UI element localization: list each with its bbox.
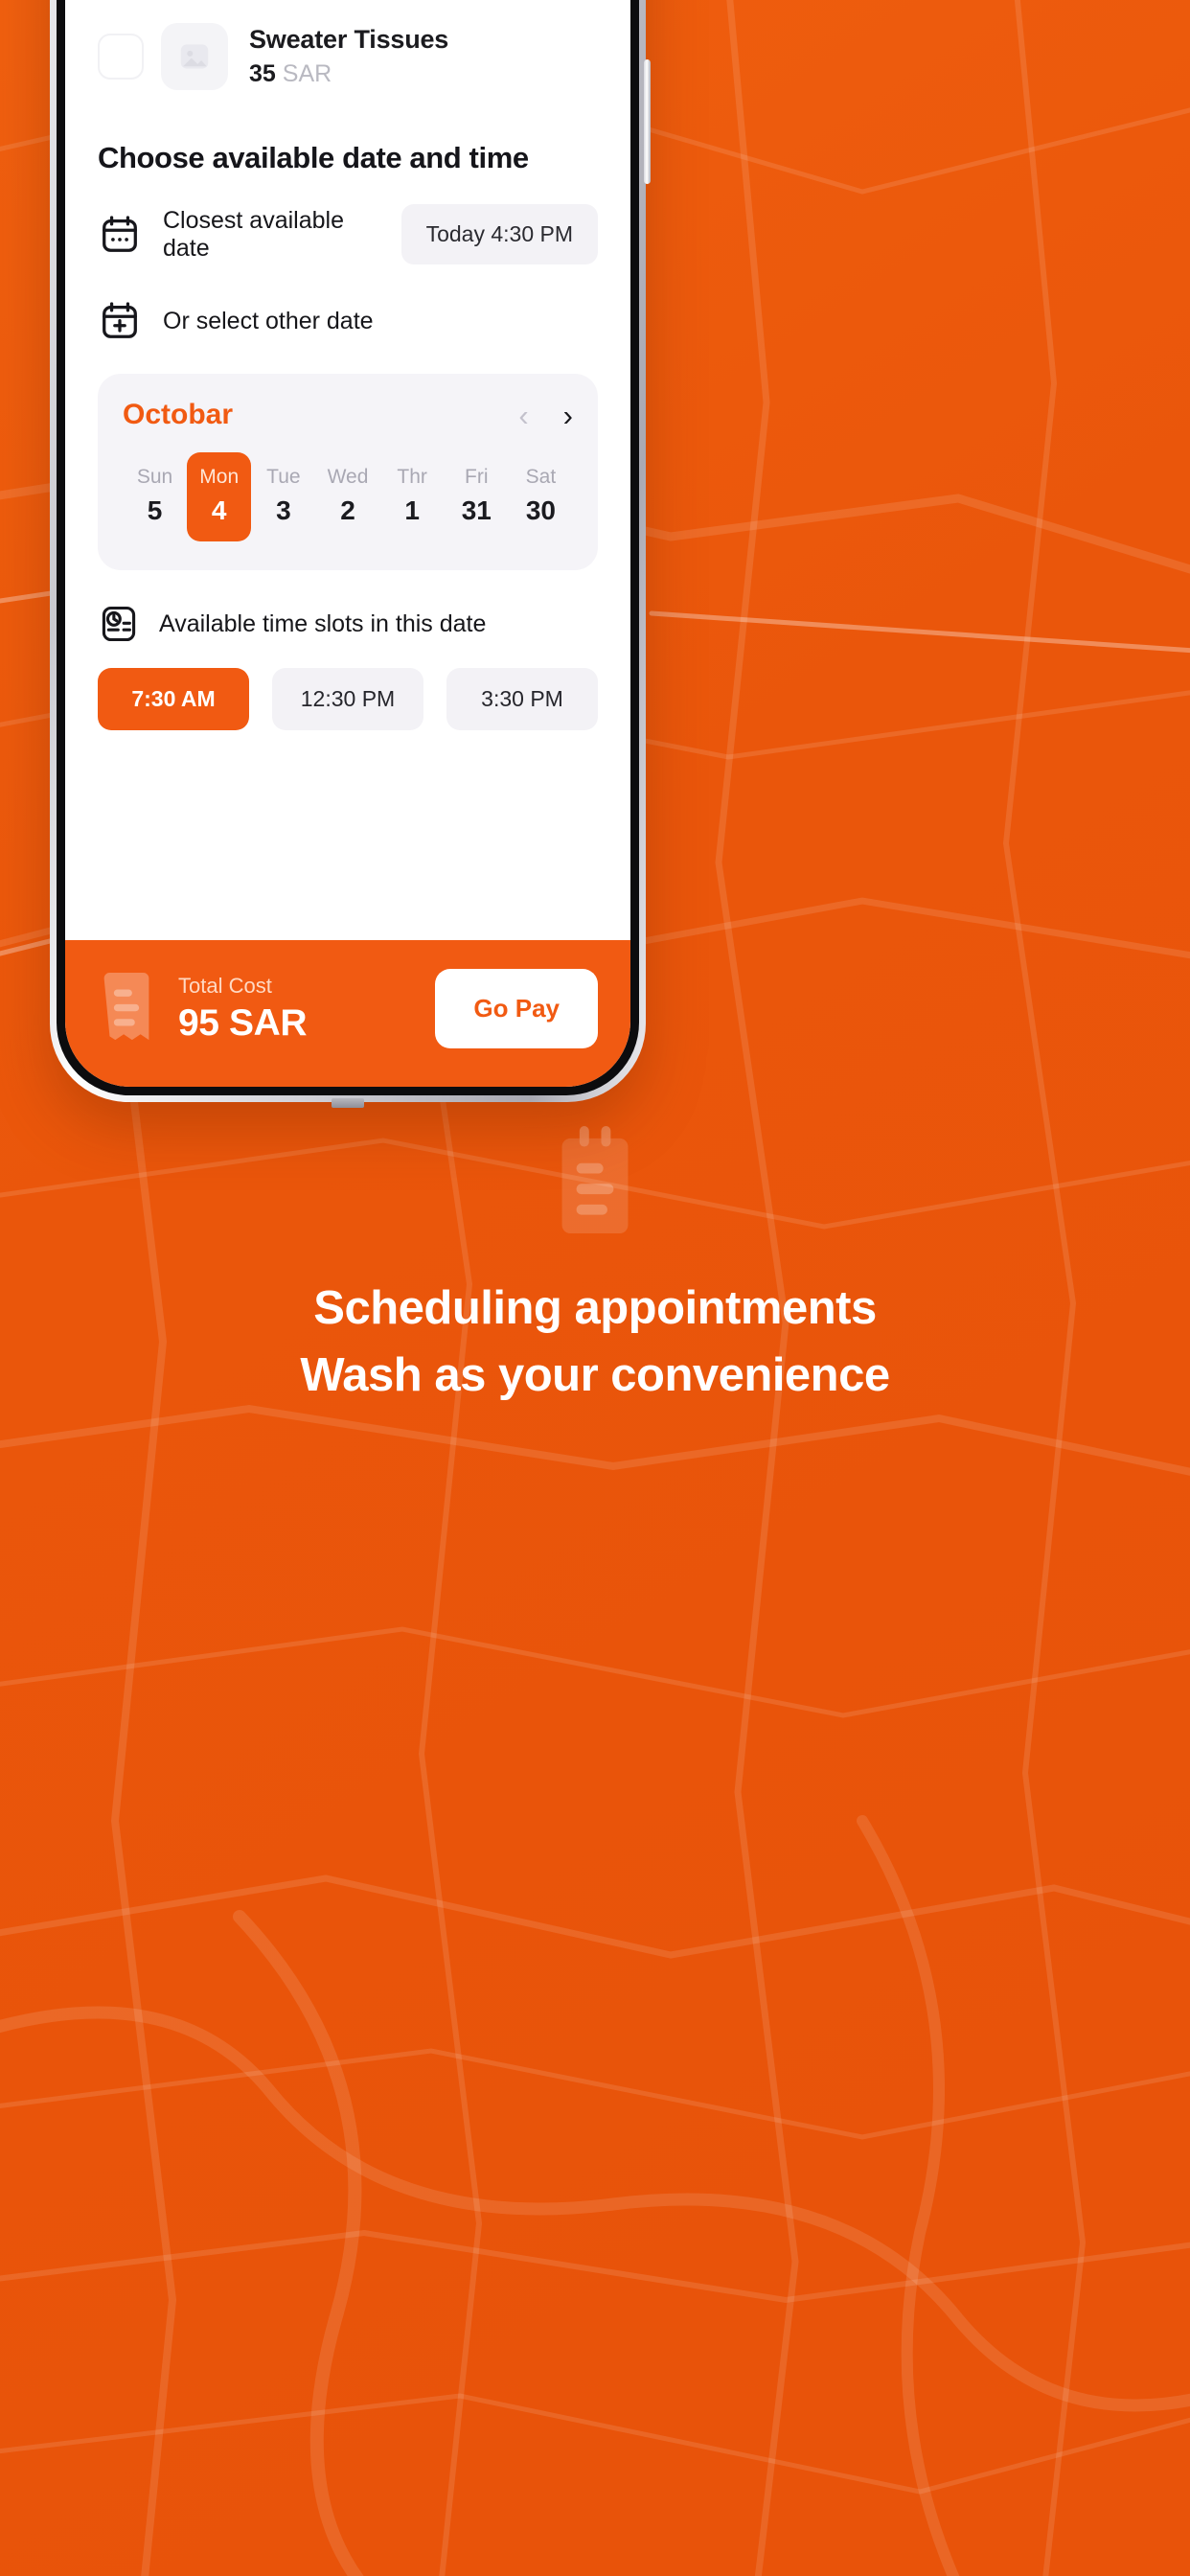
promo-line-1: Scheduling appointments <box>313 1282 877 1334</box>
clock-list-icon <box>98 603 140 645</box>
receipt-icon <box>98 972 155 1046</box>
day-of-week: Wed <box>327 466 369 488</box>
total-text-group: Total Cost 95 SAR <box>178 974 412 1045</box>
time-slot-selected[interactable]: 7:30 AM <box>98 668 249 730</box>
day-number: 31 <box>461 495 492 525</box>
day-of-week: Thr <box>397 466 427 488</box>
calendar-day[interactable]: Sun 5 <box>123 452 187 541</box>
product-list: + Sweater Tissues 35 SAR <box>98 0 598 110</box>
product-name: Sweater Tissues <box>249 25 449 55</box>
chevron-right-icon[interactable]: › <box>563 401 573 430</box>
day-number: 1 <box>404 495 420 525</box>
time-slot[interactable]: 12:30 PM <box>272 668 423 730</box>
calendar-day[interactable]: Wed 2 <box>315 452 379 541</box>
go-pay-button[interactable]: Go Pay <box>435 969 598 1048</box>
day-of-week: Sat <box>525 466 557 488</box>
time-slot-list: 7:30 AM 12:30 PM 3:30 PM <box>98 668 598 730</box>
closest-date-value[interactable]: Today 4:30 PM <box>400 204 598 264</box>
time-slots-header: Available time slots in this date <box>98 603 598 645</box>
time-slots-label: Available time slots in this date <box>159 610 487 637</box>
calendar-nav: ‹ › <box>518 401 573 430</box>
day-number: 2 <box>340 495 355 525</box>
other-date-row[interactable]: Or select other date <box>98 282 598 360</box>
day-number: 30 <box>525 495 556 525</box>
phone-bezel: + Sweater Tissues 35 SAR <box>57 0 639 1095</box>
chevron-left-icon[interactable]: ‹ <box>518 401 528 430</box>
app-screen: + Sweater Tissues 35 SAR <box>65 0 630 1087</box>
total-cost-bar: Total Cost 95 SAR Go Pay <box>65 940 630 1087</box>
calendar-add-icon <box>98 299 142 343</box>
calendar-day[interactable]: Fri 31 <box>445 452 509 541</box>
calendar-day[interactable]: Tue 3 <box>251 452 315 541</box>
closest-date-label: Closest available date <box>163 206 344 262</box>
time-slot[interactable]: 3:30 PM <box>446 668 598 730</box>
calendar-day-strip: Sun 5 Mon 4 Tue 3 Wed 2 Thr 1 Fri 31 Sat… <box>123 452 573 541</box>
day-of-week: Tue <box>266 466 301 488</box>
phone-bottom-notch <box>332 1098 364 1108</box>
day-number: 5 <box>147 495 163 525</box>
calendar-day-selected[interactable]: Mon 4 <box>187 452 252 541</box>
calendar-month-label: Octobar <box>123 399 234 430</box>
table-row[interactable]: Sweater Tissues 35 SAR <box>98 3 598 110</box>
price-currency: SAR <box>282 59 332 87</box>
day-of-week: Sun <box>136 466 173 488</box>
phone-mockup: + Sweater Tissues 35 SAR <box>50 0 651 1108</box>
price-value: 35 <box>249 59 276 87</box>
day-of-week: Fri <box>465 466 489 488</box>
phone-side-button <box>644 59 651 184</box>
day-of-week: Mon <box>199 466 240 488</box>
other-date-label: Or select other date <box>163 307 374 334</box>
total-cost-amount: 95 SAR <box>178 1001 308 1044</box>
day-number: 3 <box>276 495 291 525</box>
promo-line-2: Wash as your convenience <box>300 1348 890 1401</box>
calendar-header: Octobar ‹ › <box>123 399 573 431</box>
product-checkbox[interactable] <box>98 34 144 80</box>
app-scroll-area[interactable]: + Sweater Tissues 35 SAR <box>65 0 630 940</box>
product-thumbnail <box>161 23 228 90</box>
receipt-icon <box>553 1126 637 1233</box>
promo-section: Scheduling appointments Wash as your con… <box>0 1126 1190 1409</box>
page-title: Choose available date and time <box>98 141 529 174</box>
calendar-icon <box>98 213 142 257</box>
day-number: 4 <box>211 495 227 525</box>
calendar-day[interactable]: Sat 30 <box>509 452 573 541</box>
product-info: Sweater Tissues 35 SAR <box>245 25 581 88</box>
calendar-widget: Octobar ‹ › Sun 5 Mon 4 Tue 3 Wed 2 Thr … <box>98 374 598 570</box>
product-price: 35 SAR <box>249 60 581 88</box>
calendar-day[interactable]: Thr 1 <box>380 452 445 541</box>
closest-date-row[interactable]: Closest available date Today 4:30 PM <box>98 187 598 282</box>
total-cost-label: Total Cost <box>178 973 272 998</box>
